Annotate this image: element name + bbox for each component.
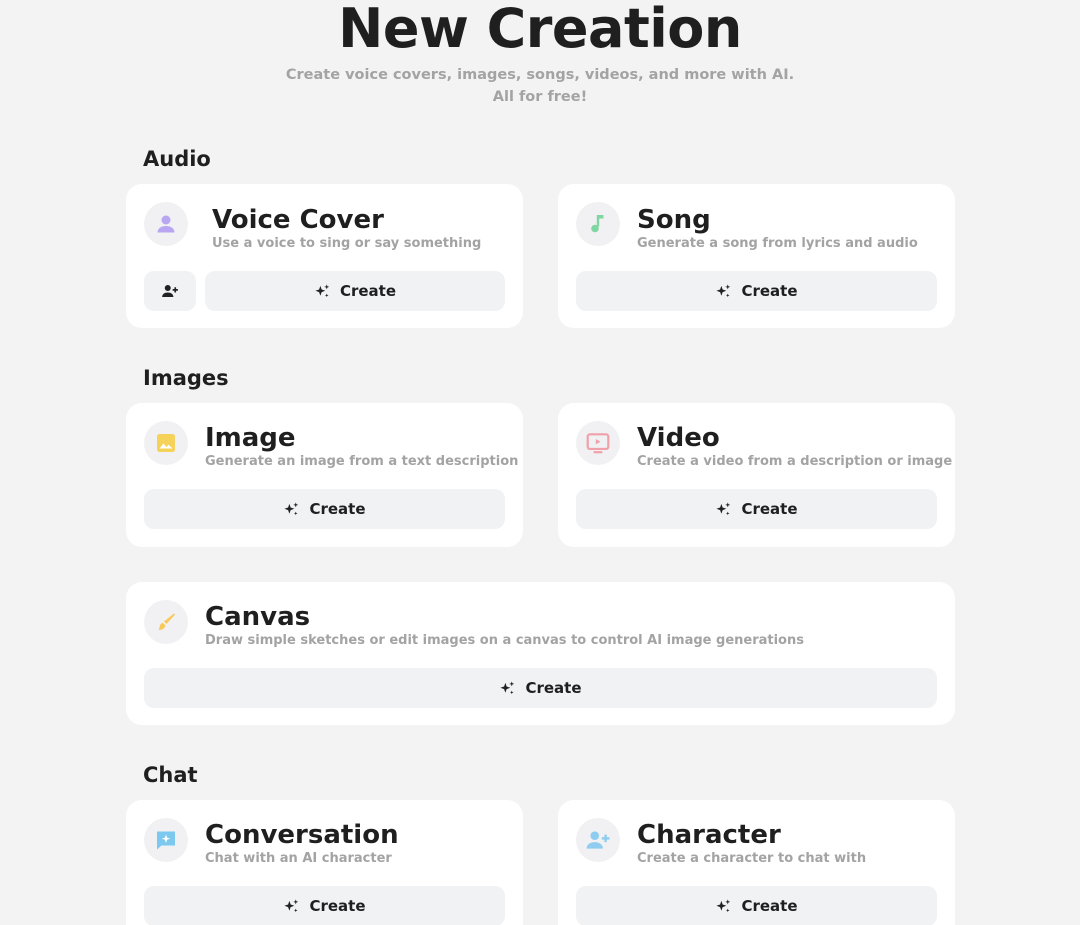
voice-select-button[interactable]: [144, 271, 196, 311]
sparkles-icon: [715, 898, 732, 915]
page-subtitle: Create voice covers, images, songs, vide…: [285, 67, 795, 83]
song-create-button[interactable]: Create: [576, 271, 937, 311]
character-description: Create a character to chat with: [637, 851, 867, 866]
video-screen-icon: [576, 421, 620, 465]
brush-icon: [144, 600, 188, 644]
person-add-icon: [161, 282, 179, 300]
song-title: Song: [637, 205, 711, 235]
conversation-create-button[interactable]: Create: [144, 886, 505, 925]
chat-sparkle-icon: [144, 818, 188, 862]
create-label: Create: [741, 897, 798, 915]
character-create-button[interactable]: Create: [576, 886, 937, 925]
create-label: Create: [339, 282, 397, 300]
canvas-create-button[interactable]: Create: [144, 668, 937, 708]
sparkles-icon: [283, 501, 300, 518]
video-title: Video: [637, 423, 720, 453]
character-title: Character: [637, 820, 781, 850]
sparkles-icon: [715, 501, 732, 518]
image-description: Generate an image from a text descriptio…: [205, 454, 519, 469]
conversation-card: Conversation Chat with an AI character C…: [126, 800, 523, 925]
video-description: Create a video from a description or ima…: [637, 454, 953, 469]
section-label-chat: Chat: [143, 763, 198, 787]
create-label: Create: [741, 500, 798, 518]
section-label-images: Images: [143, 366, 229, 390]
voice-cover-title: Voice Cover: [212, 205, 384, 235]
sparkles-icon: [499, 680, 516, 697]
image-create-button[interactable]: Create: [144, 489, 505, 529]
create-label: Create: [525, 679, 582, 697]
voice-cover-description: Use a voice to sing or say something: [212, 236, 482, 251]
video-card: Video Create a video from a description …: [558, 403, 955, 547]
page-subtitle-free: All for free!: [492, 89, 588, 105]
sparkles-icon: [715, 283, 732, 300]
canvas-description: Draw simple sketches or edit images on a…: [205, 633, 804, 648]
conversation-title: Conversation: [205, 820, 399, 850]
new-creation-page: New Creation Create voice covers, images…: [0, 0, 1080, 925]
canvas-title: Canvas: [205, 602, 311, 632]
create-label: Create: [309, 500, 366, 518]
page-title: New Creation: [338, 0, 742, 60]
create-label: Create: [309, 897, 366, 915]
sparkles-icon: [283, 898, 300, 915]
character-card: Character Create a character to chat wit…: [558, 800, 955, 925]
create-label: Create: [741, 282, 798, 300]
canvas-card: Canvas Draw simple sketches or edit imag…: [126, 582, 955, 725]
conversation-description: Chat with an AI character: [205, 851, 392, 866]
voice-cover-create-button[interactable]: Create: [205, 271, 505, 311]
section-label-audio: Audio: [143, 147, 211, 171]
music-note-icon: [576, 202, 620, 246]
person-add-icon: [576, 818, 620, 862]
video-create-button[interactable]: Create: [576, 489, 937, 529]
person-icon: [144, 202, 188, 246]
voice-cover-card: Voice Cover Use a voice to sing or say s…: [126, 184, 523, 328]
sparkles-icon: [314, 283, 331, 300]
song-card: Song Generate a song from lyrics and aud…: [558, 184, 955, 328]
image-icon: [144, 421, 188, 465]
song-description: Generate a song from lyrics and audio: [637, 236, 918, 251]
image-title: Image: [205, 423, 296, 453]
image-card: Image Generate an image from a text desc…: [126, 403, 523, 547]
